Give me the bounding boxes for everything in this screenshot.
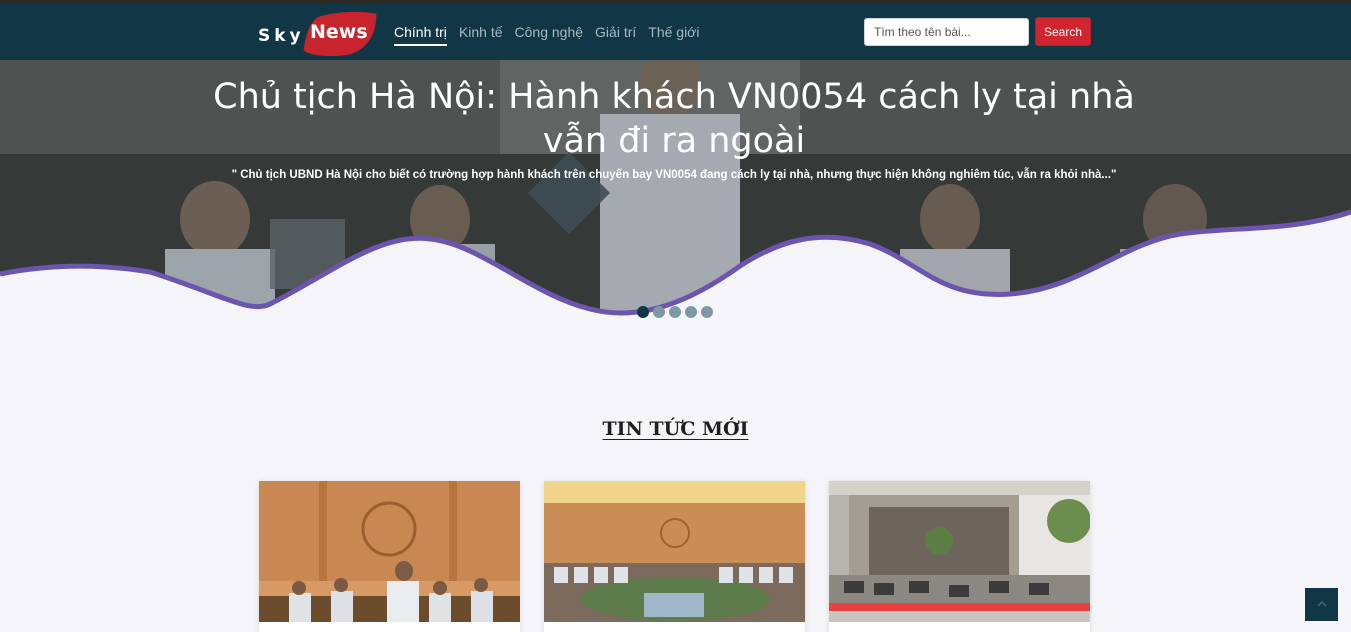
- brand-sky: Sky: [258, 26, 305, 46]
- news-card[interactable]: [259, 481, 520, 632]
- slider-dot-5[interactable]: [701, 306, 713, 318]
- chevron-up-icon: [1316, 600, 1327, 607]
- news-card-image: [544, 481, 805, 622]
- slider-dot-1[interactable]: [637, 306, 649, 318]
- slider-dot-4[interactable]: [685, 306, 697, 318]
- hero-summary: " Chủ tịch UBND Hà Nội cho biết có trườn…: [231, 169, 1117, 181]
- navbar: Sky News Chính trị Kinh tế Công nghệ Giả…: [0, 4, 1351, 60]
- news-card-image: [259, 481, 520, 622]
- search-button[interactable]: Search: [1035, 17, 1091, 46]
- nav-item-giai-tri[interactable]: Giải trí: [595, 24, 636, 46]
- section-title: TIN TỨC MỚI: [0, 418, 1351, 440]
- brand-news: News: [310, 21, 368, 43]
- nav-item-chinh-tri[interactable]: Chính trị: [394, 24, 447, 46]
- hero-headline-line2: vẫn đi ra ngoài: [542, 121, 806, 161]
- main-nav: Chính trị Kinh tế Công nghệ Giải trí Thế…: [394, 24, 711, 46]
- hero-headline-line1: Chủ tịch Hà Nội: Hành khách VN0054 cách …: [213, 77, 1135, 117]
- slider-dot-3[interactable]: [669, 306, 681, 318]
- slider-indicators: [637, 306, 713, 318]
- back-to-top-button[interactable]: [1305, 588, 1338, 621]
- slider-dot-2[interactable]: [653, 306, 665, 318]
- section-title-text: TIN TỨC MỚI: [602, 418, 749, 440]
- nav-item-kinh-te[interactable]: Kinh tế: [459, 24, 503, 46]
- hero-headline[interactable]: Chủ tịch Hà Nội: Hành khách VN0054 cách …: [150, 75, 1198, 163]
- news-card[interactable]: [829, 481, 1090, 632]
- search-input[interactable]: [864, 18, 1029, 46]
- nav-item-the-gioi[interactable]: Thế giới: [648, 24, 699, 46]
- news-card[interactable]: [544, 481, 805, 632]
- nav-item-cong-nghe[interactable]: Công nghệ: [515, 24, 584, 46]
- brand-logo[interactable]: Sky News: [258, 12, 388, 56]
- news-card-image: [829, 481, 1090, 622]
